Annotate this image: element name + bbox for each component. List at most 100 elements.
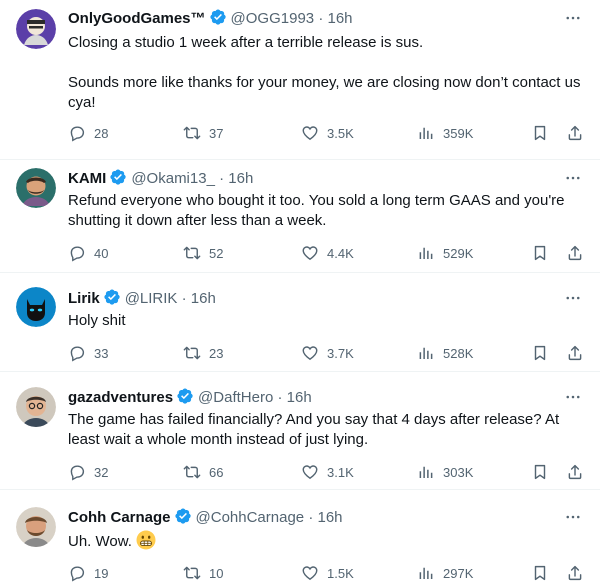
reply-count: 32 (94, 464, 109, 480)
user-handle[interactable]: @OGG1993 (231, 10, 315, 27)
retweet-button[interactable]: 66 (183, 462, 223, 482)
view-count: 528K (443, 345, 474, 361)
reply-icon (68, 344, 86, 362)
share-icon (566, 124, 584, 142)
like-button[interactable]: 3.5K (301, 123, 354, 143)
separator-dot: · (318, 10, 324, 27)
verified-badge-icon (176, 387, 194, 405)
share-button[interactable] (566, 462, 584, 482)
timestamp[interactable]: 16h (327, 10, 352, 27)
views-button[interactable]: 528K (417, 343, 473, 363)
tweet-header: Lirik @LIRIK · 16h (68, 288, 560, 308)
action-bar: 40 52 4.4K 529K (68, 243, 588, 263)
retweet-button[interactable]: 52 (183, 243, 223, 263)
bookmark-icon (531, 564, 549, 582)
avatar[interactable] (16, 387, 56, 427)
tweet[interactable]: Cohh Carnage @CohhCarnage · 16h Uh. Wow. … (0, 490, 600, 587)
retweet-button[interactable]: 37 (183, 123, 223, 143)
tweet-header: Cohh Carnage @CohhCarnage · 16h (68, 507, 560, 527)
retweet-count: 66 (209, 464, 224, 480)
timestamp[interactable]: 16h (191, 290, 216, 307)
like-count: 4.4K (327, 245, 354, 261)
retweet-button[interactable]: 10 (183, 563, 223, 583)
more-icon[interactable] (564, 169, 582, 187)
reply-button[interactable]: 19 (68, 563, 108, 583)
avatar[interactable] (16, 287, 56, 327)
tweet-header: gazadventures @DaftHero · 16h (68, 387, 560, 407)
tweet[interactable]: Lirik @LIRIK · 16h Holy shit 33 23 3.7K 5… (0, 273, 600, 371)
tweet-text-container: Uh. Wow. (68, 530, 588, 552)
retweet-button[interactable]: 23 (183, 343, 223, 363)
like-button[interactable]: 1.5K (301, 563, 354, 583)
share-button[interactable] (566, 563, 584, 583)
share-button[interactable] (566, 343, 584, 363)
tweet[interactable]: OnlyGoodGames™ @OGG1993 · 16h Closing a s… (0, 0, 600, 159)
timestamp[interactable]: 16h (287, 389, 312, 406)
reply-icon (68, 564, 86, 582)
avatar[interactable] (16, 9, 56, 49)
bookmark-button[interactable] (531, 243, 549, 263)
separator-dot: · (308, 509, 314, 526)
reply-button[interactable]: 28 (68, 123, 108, 143)
reply-button[interactable]: 32 (68, 462, 108, 482)
bookmark-button[interactable] (531, 462, 549, 482)
reply-button[interactable]: 33 (68, 343, 108, 363)
retweet-count: 10 (209, 565, 224, 581)
tweet-header: KAMI @Okami13_ · 16h (68, 168, 560, 188)
like-button[interactable]: 3.7K (301, 343, 354, 363)
timestamp[interactable]: 16h (228, 170, 253, 187)
bookmark-button[interactable] (531, 123, 549, 143)
like-button[interactable]: 3.1K (301, 462, 354, 482)
share-icon (566, 344, 584, 362)
views-icon (417, 344, 435, 362)
user-handle[interactable]: @Okami13_ (131, 170, 215, 187)
display-name[interactable]: Cohh Carnage (68, 509, 171, 526)
tweet-header: OnlyGoodGames™ @OGG1993 · 16h (68, 8, 560, 28)
views-button[interactable]: 297K (417, 563, 473, 583)
more-icon[interactable] (564, 388, 582, 406)
like-icon (301, 124, 319, 142)
share-button[interactable] (566, 123, 584, 143)
user-handle[interactable]: @LIRIK (125, 290, 178, 307)
bookmark-button[interactable] (531, 343, 549, 363)
bookmark-icon (531, 124, 549, 142)
action-bar: 32 66 3.1K 303K (68, 462, 588, 482)
like-count: 3.7K (327, 345, 354, 361)
reply-icon (68, 244, 86, 262)
user-handle[interactable]: @DaftHero (198, 389, 273, 406)
retweet-count: 52 (209, 245, 224, 261)
separator-dot: · (181, 290, 187, 307)
avatar[interactable] (16, 168, 56, 208)
views-button[interactable]: 303K (417, 462, 473, 482)
like-button[interactable]: 4.4K (301, 243, 354, 263)
reply-count: 28 (94, 125, 109, 141)
avatar[interactable] (16, 507, 56, 547)
separator-dot: · (277, 389, 283, 406)
views-button[interactable]: 529K (417, 243, 473, 263)
verified-badge-icon (103, 288, 121, 306)
more-icon[interactable] (564, 508, 582, 526)
timestamp[interactable]: 16h (318, 509, 343, 526)
tweet-text: Uh. Wow. (68, 533, 132, 550)
tweet[interactable]: gazadventures @DaftHero · 16h The game ha… (0, 372, 600, 489)
retweet-icon (183, 463, 201, 481)
grimace-emoji-icon (136, 530, 156, 550)
more-icon[interactable] (564, 9, 582, 27)
views-button[interactable]: 359K (417, 123, 473, 143)
bookmark-button[interactable] (531, 563, 549, 583)
retweet-icon (183, 124, 201, 142)
display-name[interactable]: Lirik (68, 290, 100, 307)
display-name[interactable]: OnlyGoodGames™ (68, 10, 206, 27)
verified-badge-icon (109, 168, 127, 186)
more-icon[interactable] (564, 289, 582, 307)
like-icon (301, 344, 319, 362)
share-button[interactable] (566, 243, 584, 263)
display-name[interactable]: KAMI (68, 170, 106, 187)
reply-button[interactable]: 40 (68, 243, 108, 263)
tweet-text: The game has failed financially? And you… (68, 411, 560, 448)
tweet[interactable]: KAMI @Okami13_ · 16h Refund everyone who … (0, 160, 600, 272)
user-handle[interactable]: @CohhCarnage (196, 509, 305, 526)
reply-icon (68, 124, 86, 142)
display-name[interactable]: gazadventures (68, 389, 173, 406)
view-count: 359K (443, 125, 474, 141)
